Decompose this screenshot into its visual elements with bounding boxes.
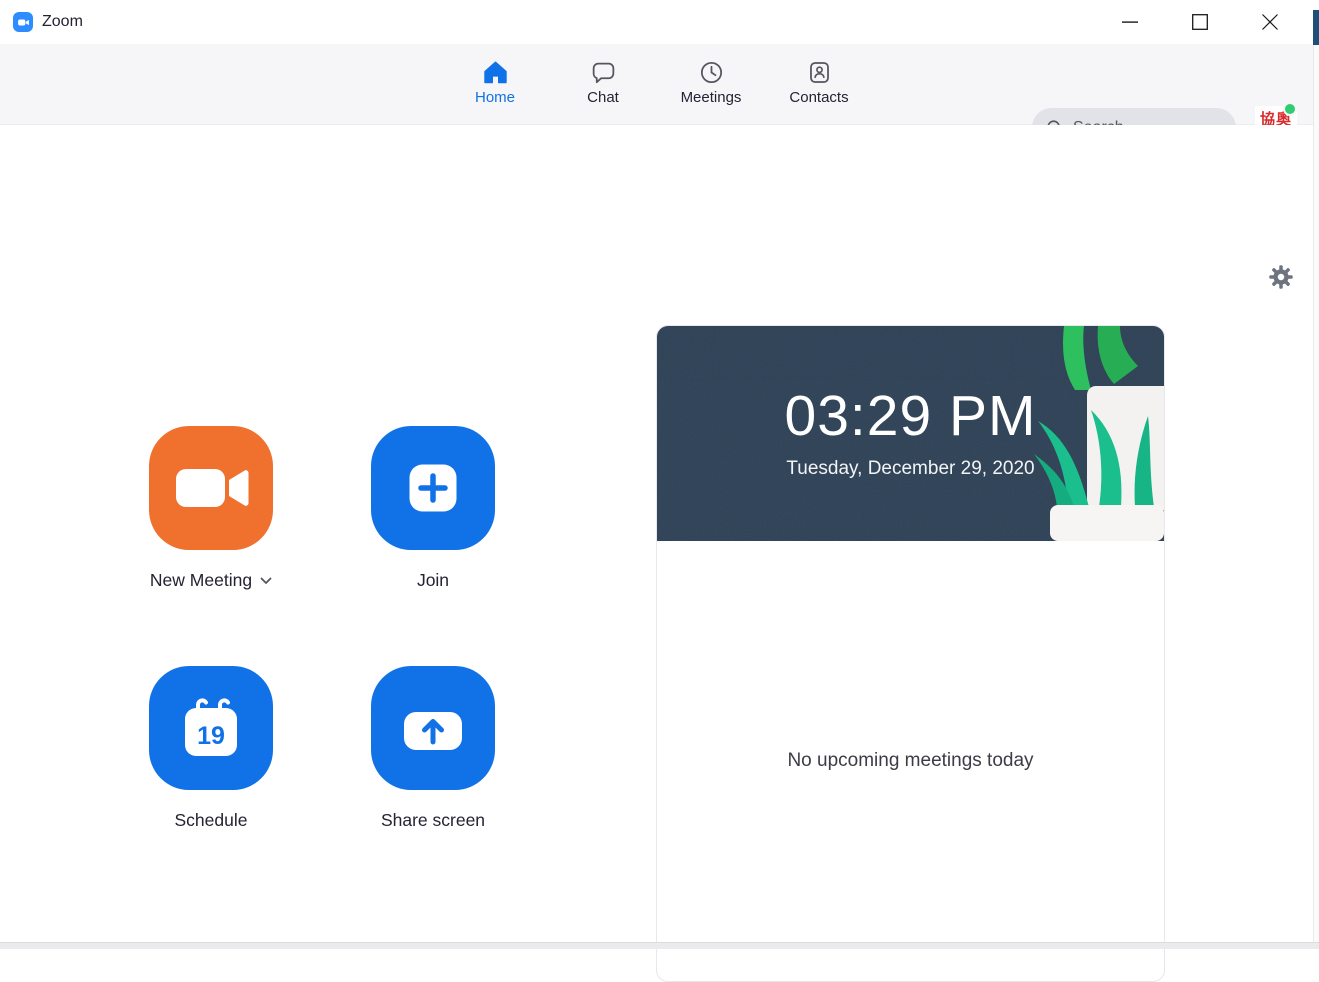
tab-home[interactable]: Home: [441, 44, 549, 125]
new-meeting-label: New Meeting: [149, 570, 253, 590]
nav-bar: Home Chat Meetings Contacts Search 協奧: [0, 44, 1319, 150]
video-camera-icon: [176, 469, 249, 507]
share-screen-label: Share screen: [380, 810, 486, 830]
nav-tabs: Home Chat Meetings Contacts: [441, 44, 873, 125]
no-meetings-message: No upcoming meetings today: [787, 750, 1034, 771]
zoom-logo-icon: [13, 12, 33, 32]
close-icon: [1262, 14, 1278, 30]
plus-icon: [409, 464, 457, 512]
clock-date: Tuesday, December 29, 2020: [786, 458, 1035, 479]
background-window-edge: [1313, 10, 1319, 949]
gear-icon: [1269, 265, 1293, 289]
tab-contacts[interactable]: Contacts: [765, 44, 873, 125]
actions-grid: New Meeting Join 19 Schedule Share scree…: [149, 426, 495, 832]
maximize-icon: [1192, 14, 1208, 30]
title-bar: Zoom: [0, 0, 1319, 44]
calendar-icon: 19: [185, 698, 237, 756]
minimize-button[interactable]: [1095, 0, 1165, 44]
window-title: Zoom: [42, 13, 83, 30]
maximize-button[interactable]: [1165, 0, 1235, 44]
share-up-arrow-icon: [404, 712, 462, 750]
home-content: New Meeting Join 19 Schedule Share scree…: [0, 125, 1313, 982]
action-schedule: 19 Schedule: [149, 666, 273, 832]
chat-icon: [592, 62, 614, 84]
clock-time: 03:29 PM: [784, 384, 1037, 448]
online-status-dot: [1283, 102, 1297, 116]
new-meeting-button[interactable]: [149, 426, 273, 550]
tab-contacts-label: Contacts: [789, 89, 849, 106]
action-join: Join: [371, 426, 495, 592]
background-window-edge-blue: [1313, 10, 1319, 45]
share-screen-button[interactable]: [371, 666, 495, 790]
clock-banner: 03:29 PM Tuesday, December 29, 2020: [657, 326, 1164, 541]
action-share-screen: Share screen: [371, 666, 495, 832]
contacts-icon: [809, 62, 829, 83]
schedule-label: Schedule: [174, 810, 248, 830]
tab-meetings[interactable]: Meetings: [657, 44, 765, 125]
join-label: Join: [416, 570, 450, 590]
action-new-meeting: New Meeting: [149, 426, 273, 592]
tab-meetings-label: Meetings: [680, 89, 742, 106]
settings-button[interactable]: [1268, 264, 1294, 290]
minimize-icon: [1122, 21, 1138, 23]
window-controls: [1095, 0, 1305, 44]
tab-chat-label: Chat: [587, 89, 619, 106]
meetings-card: 03:29 PM Tuesday, December 29, 2020 No u…: [656, 325, 1165, 982]
chevron-down-icon[interactable]: [260, 577, 272, 585]
home-icon: [483, 61, 507, 84]
background-window-bottom-edge: [0, 942, 1319, 949]
close-button[interactable]: [1235, 0, 1305, 44]
tab-chat[interactable]: Chat: [549, 44, 657, 125]
meetings-clock-icon: [700, 61, 722, 84]
schedule-button[interactable]: 19: [149, 666, 273, 790]
join-button[interactable]: [371, 426, 495, 550]
tab-home-label: Home: [474, 89, 515, 106]
calendar-day-number: 19: [197, 722, 225, 750]
